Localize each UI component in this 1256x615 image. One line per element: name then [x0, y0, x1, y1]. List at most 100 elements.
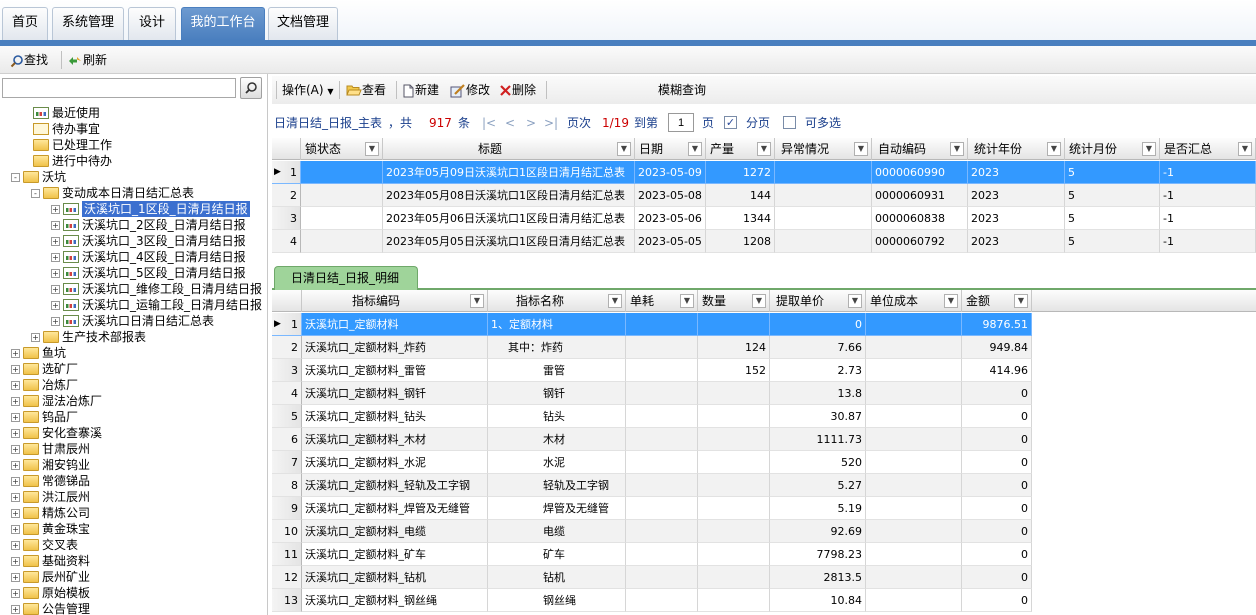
collapse-icon[interactable]: - — [11, 173, 20, 182]
tree-node[interactable]: 最近使用 — [0, 105, 266, 121]
tree-node[interactable]: + 鱼坑 — [0, 345, 266, 361]
tab-design[interactable]: 设计 — [128, 7, 176, 40]
tree-node[interactable]: + 湘安钨业 — [0, 457, 266, 473]
tab-home[interactable]: 首页 — [2, 7, 48, 40]
collapse-icon[interactable]: - — [31, 189, 40, 198]
tree-node[interactable]: + 洪江辰州 — [0, 489, 266, 505]
column-header[interactable]: 标题 ▼ — [383, 138, 635, 160]
column-header[interactable]: 是否汇总 ▼ — [1160, 138, 1256, 160]
expand-icon[interactable]: + — [11, 557, 20, 566]
column-header[interactable]: 统计年份 ▼ — [968, 138, 1065, 160]
detail-table-row[interactable]: 9 沃溪坑口_定额材料_焊管及无缝管 焊管及无缝管 5.19 0 — [272, 497, 1256, 520]
goto-page-input[interactable] — [668, 113, 694, 132]
expand-icon[interactable]: + — [11, 429, 20, 438]
row-number[interactable]: 5 — [272, 405, 302, 428]
expand-icon[interactable]: + — [11, 541, 20, 550]
column-filter-dropdown-icon[interactable]: ▼ — [848, 294, 862, 308]
detail-table-row[interactable]: 10 沃溪坑口_定额材料_电缆 电缆 92.69 0 — [272, 520, 1256, 543]
detail-table-row[interactable]: 3 沃溪坑口_定额材料_雷管 雷管 152 2.73 414.96 — [272, 359, 1256, 382]
column-header[interactable]: 异常情况 ▼ — [775, 138, 872, 160]
tab-my-workbench[interactable]: 我的工作台 — [181, 7, 265, 40]
column-filter-dropdown-icon[interactable]: ▼ — [680, 294, 694, 308]
refresh-button[interactable]: 刷新 — [67, 51, 107, 69]
edit-button[interactable]: 修改 — [450, 81, 490, 99]
tree-node[interactable]: + 生产技术部报表 — [0, 329, 266, 345]
detail-table-row[interactable]: 5 沃溪坑口_定额材料_钻头 钻头 30.87 0 — [272, 405, 1256, 428]
operate-menu-button[interactable]: 操作(A) ▼ — [282, 81, 334, 99]
view-button[interactable]: 查看 — [346, 81, 386, 99]
expand-icon[interactable]: + — [51, 237, 60, 246]
tree-node[interactable]: + 公告管理 — [0, 601, 266, 615]
column-filter-dropdown-icon[interactable]: ▼ — [757, 142, 771, 156]
expand-icon[interactable]: + — [31, 333, 40, 342]
expand-icon[interactable]: + — [51, 285, 60, 294]
tree-node[interactable]: + 沃溪坑口_2区段_日清月结日报 — [0, 217, 266, 233]
row-number[interactable]: 13 — [272, 589, 302, 612]
expand-icon[interactable]: + — [11, 349, 20, 358]
fuzzy-search-button[interactable]: 模糊查询 — [658, 81, 706, 99]
tree-node[interactable]: + 选矿厂 — [0, 361, 266, 377]
tab-document-management[interactable]: 文档管理 — [268, 7, 338, 40]
row-number[interactable]: ▶ 1 — [272, 161, 301, 184]
column-filter-dropdown-icon[interactable]: ▼ — [608, 294, 622, 308]
expand-icon[interactable]: + — [11, 605, 20, 614]
row-number[interactable]: 8 — [272, 474, 302, 497]
detail-table-row[interactable]: 13 沃溪坑口_定额材料_钢丝绳 钢丝绳 10.84 0 — [272, 589, 1256, 612]
master-table-row[interactable]: ▶ 1 2023年05月09日沃溪坑口1区段日清月结汇总表 2023-05-09 127… — [272, 161, 1256, 184]
detail-table-row[interactable]: 6 沃溪坑口_定额材料_木材 木材 1111.73 0 — [272, 428, 1256, 451]
tab-system-management[interactable]: 系统管理 — [52, 7, 124, 40]
tree-node[interactable]: + 原始模板 — [0, 585, 266, 601]
column-header[interactable]: 锁状态 ▼ — [301, 138, 383, 160]
row-number[interactable]: 2 — [272, 336, 302, 359]
expand-icon[interactable]: + — [11, 365, 20, 374]
row-number[interactable]: 3 — [272, 207, 301, 230]
prev-page-icon[interactable]: < — [505, 112, 515, 134]
row-number[interactable]: 2 — [272, 184, 301, 207]
row-number[interactable]: 10 — [272, 520, 302, 543]
expand-icon[interactable]: + — [11, 413, 20, 422]
column-header[interactable]: 自动编码 ▼ — [872, 138, 968, 160]
row-number[interactable]: 11 — [272, 543, 302, 566]
detail-table-row[interactable]: ▶ 1 沃溪坑口_定额材料 1、定额材料 0 9876.51 — [272, 313, 1256, 336]
column-filter-dropdown-icon[interactable]: ▼ — [1238, 142, 1252, 156]
tree-node[interactable]: + 黄金珠宝 — [0, 521, 266, 537]
last-page-icon[interactable]: >| — [544, 112, 558, 134]
column-header[interactable]: 数量 ▼ — [698, 290, 770, 312]
expand-icon[interactable]: + — [51, 317, 60, 326]
tree-node[interactable]: + 安化查寨溪 — [0, 425, 266, 441]
detail-table-row[interactable]: 8 沃溪坑口_定额材料_轻轨及工字钢 轻轨及工字钢 5.27 0 — [272, 474, 1256, 497]
column-header[interactable]: 单耗 ▼ — [626, 290, 698, 312]
new-button[interactable]: 新建 — [402, 81, 439, 99]
column-header[interactable]: 产量 ▼ — [706, 138, 775, 160]
tab-detail[interactable]: 日清日结_日报_明细 — [274, 266, 418, 290]
expand-icon[interactable]: + — [11, 461, 20, 470]
first-page-icon[interactable]: |< — [482, 112, 496, 134]
find-button[interactable]: 查找 — [10, 51, 48, 69]
column-filter-dropdown-icon[interactable]: ▼ — [944, 294, 958, 308]
column-header[interactable]: 提取单价 ▼ — [770, 290, 866, 312]
column-filter-dropdown-icon[interactable]: ▼ — [854, 142, 868, 156]
column-filter-dropdown-icon[interactable]: ▼ — [617, 142, 631, 156]
expand-icon[interactable]: + — [11, 477, 20, 486]
column-header[interactable]: 单位成本 ▼ — [866, 290, 962, 312]
tree-node[interactable]: + 湿法冶炼厂 — [0, 393, 266, 409]
row-number[interactable]: 6 — [272, 428, 302, 451]
next-page-icon[interactable]: > — [526, 112, 536, 134]
expand-icon[interactable]: + — [51, 205, 60, 214]
detail-table-row[interactable]: 7 沃溪坑口_定额材料_水泥 水泥 520 0 — [272, 451, 1256, 474]
expand-icon[interactable]: + — [51, 301, 60, 310]
tree-node[interactable]: + 常德锑品 — [0, 473, 266, 489]
tree-node[interactable]: 进行中待办 — [0, 153, 266, 169]
tree-node[interactable]: + 沃溪坑口_运输工段_日清月结日报 — [0, 297, 266, 313]
column-header[interactable]: 日期 ▼ — [635, 138, 706, 160]
expand-icon[interactable]: + — [11, 397, 20, 406]
expand-icon[interactable]: + — [11, 589, 20, 598]
column-header[interactable]: 指标名称 ▼ — [488, 290, 626, 312]
column-filter-dropdown-icon[interactable]: ▼ — [752, 294, 766, 308]
column-header[interactable]: 金额 ▼ — [962, 290, 1032, 312]
row-number[interactable]: 3 — [272, 359, 302, 382]
expand-icon[interactable]: + — [11, 509, 20, 518]
tree-node[interactable]: + 沃溪坑口_1区段_日清月结日报 — [0, 201, 266, 217]
expand-icon[interactable]: + — [11, 445, 20, 454]
row-number[interactable]: 9 — [272, 497, 302, 520]
